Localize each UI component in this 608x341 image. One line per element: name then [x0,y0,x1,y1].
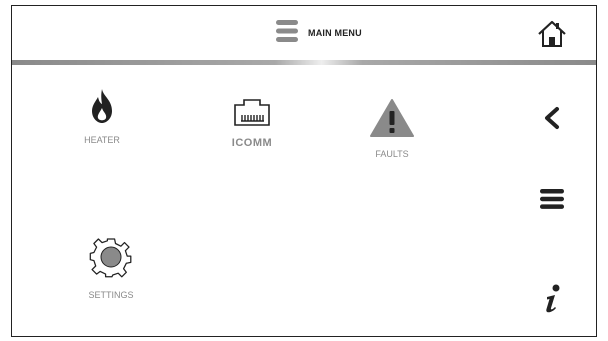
home-icon [537,20,567,52]
list-button[interactable] [540,188,564,210]
heater-tile[interactable]: HEATER [72,88,132,145]
faults-label: FAULTS [375,149,409,159]
warning-triangle-icon [369,98,415,143]
list-icon [540,189,564,214]
main-menu-title[interactable]: MAIN MENU [276,19,362,48]
info-icon [541,284,565,318]
hamburger-icon [276,19,298,48]
back-button[interactable] [542,106,562,130]
icomm-tile[interactable]: ICOMM [217,97,287,149]
info-button[interactable] [541,284,565,314]
page-title: MAIN MENU [308,28,362,38]
screen-frame: MAIN MENU HEATER ICOMM FAULTS SETTINGS [11,5,597,337]
header-bar: MAIN MENU [12,6,596,59]
home-button[interactable] [537,20,567,48]
flame-icon [90,88,114,129]
header-divider [12,60,596,65]
heater-label: HEATER [84,135,120,145]
faults-tile[interactable]: FAULTS [362,98,422,159]
settings-tile[interactable]: SETTINGS [76,235,146,300]
gear-icon [89,235,133,284]
settings-label: SETTINGS [88,290,134,300]
chevron-left-icon [542,107,562,134]
icomm-label: ICOMM [231,137,273,149]
ethernet-port-icon [233,97,271,132]
